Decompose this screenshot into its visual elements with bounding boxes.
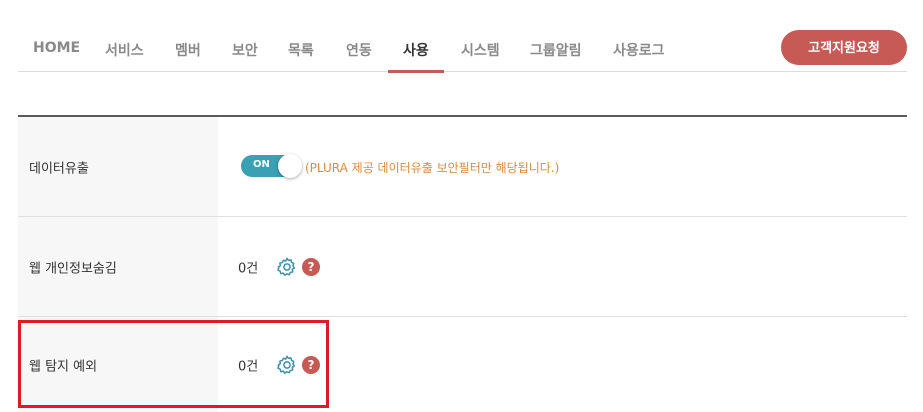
toggle-state-label: ON (253, 159, 270, 170)
setting-row-web-privacy-masking: 웹 개인정보숨김 0건 ? (18, 217, 907, 317)
data-leak-toggle[interactable]: ON (241, 154, 302, 178)
customer-support-request-button[interactable]: 고객지원요청 (781, 30, 907, 65)
item-count: 0건 (238, 261, 259, 276)
row-value-cell: 0건 ? (238, 217, 898, 316)
tab-usage[interactable]: 사용 (403, 40, 429, 60)
row-label: 웹 개인정보숨김 (29, 261, 117, 276)
active-tab-indicator (388, 70, 444, 73)
tab-group-alert[interactable]: 그룹알림 (530, 40, 582, 60)
row-value-cell: 0건 ? (238, 317, 898, 412)
row-label-cell: 웹 개인정보숨김 (18, 217, 218, 316)
tab-service[interactable]: 서비스 (105, 40, 144, 60)
tab-system[interactable]: 시스템 (461, 40, 500, 60)
row-label-cell: 데이터유출 (18, 117, 218, 216)
row-value-cell: ON (PLURA 제공 데이터유출 보안필터만 해당됩니다.) (238, 117, 898, 216)
tab-member[interactable]: 멤버 (175, 40, 201, 60)
tab-integration[interactable]: 연동 (346, 40, 372, 60)
tab-home[interactable]: HOME (33, 40, 80, 56)
toggle-knob (278, 154, 302, 178)
data-leak-note: (PLURA 제공 데이터유출 보안필터만 해당됩니다.) (305, 161, 560, 175)
tab-list[interactable]: 목록 (288, 40, 314, 60)
row-label: 데이터유출 (29, 161, 89, 176)
tab-usage-log[interactable]: 사용로그 (613, 40, 665, 60)
highlight-box (18, 320, 329, 408)
gear-icon[interactable] (276, 256, 298, 278)
top-navigation: HOME 서비스 멤버 보안 목록 연동 사용 시스템 그룹알림 사용로그 (18, 28, 907, 73)
tab-security[interactable]: 보안 (232, 40, 258, 60)
question-circle-icon[interactable]: ? (302, 257, 320, 276)
setting-row-data-leak: 데이터유출 ON (PLURA 제공 데이터유출 보안필터만 해당됩니다.) (18, 117, 907, 217)
